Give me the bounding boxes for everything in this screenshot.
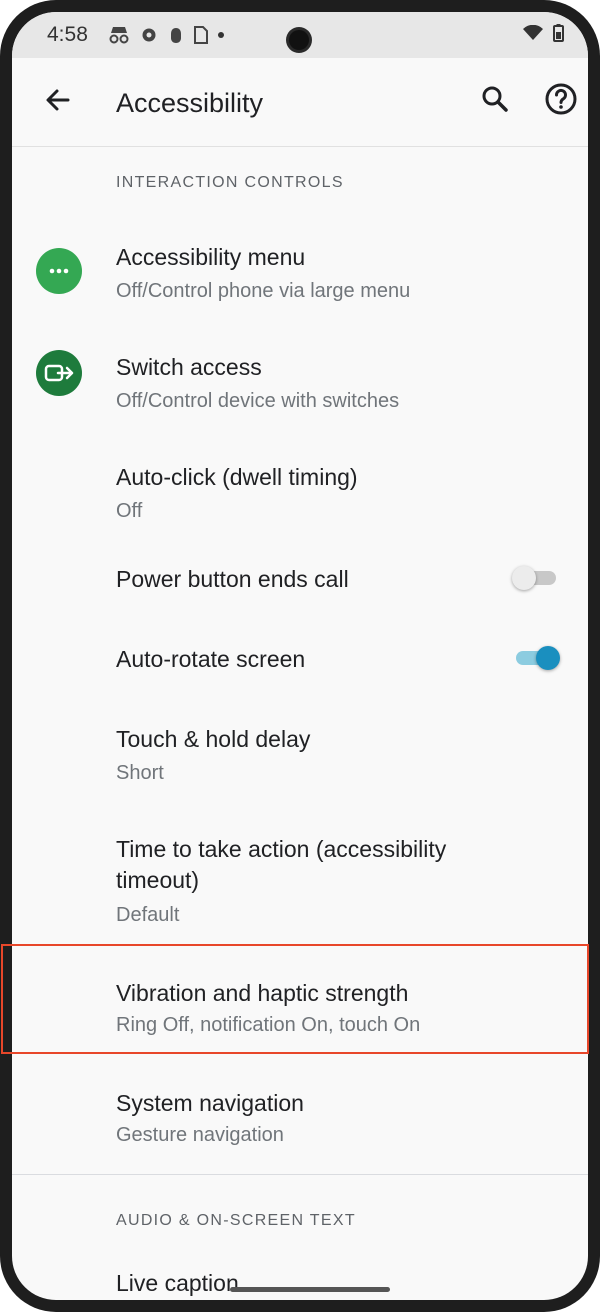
item-title: Live caption [116,1270,239,1296]
list-item-auto-rotate-screen[interactable]: Auto-rotate screen [12,632,588,712]
item-subtitle: Short [116,762,164,784]
item-title: Auto-click (dwell timing) [116,464,358,490]
wifi-icon [523,25,543,40]
switch-access-icon [36,350,82,396]
incognito-icon [109,27,129,44]
toggle-thumb [536,646,560,670]
help-icon[interactable] [544,82,578,116]
item-title-line-2: timeout) [116,867,200,893]
item-title-line-1: Time to take action (accessibility [116,836,447,862]
section-header-audio-on-screen-text: AUDIO & ON-SCREEN TEXT [116,1212,356,1229]
list-item-live-caption[interactable]: Live caption [12,1262,588,1300]
list-item-system-navigation[interactable]: System navigation Gesture navigation [12,1074,588,1174]
item-title: System navigation [116,1090,304,1116]
status-system-icons [523,24,564,42]
section-divider [12,1174,588,1175]
list-item-power-button-ends-call[interactable]: Power button ends call [12,552,588,632]
accessibility-menu-icon [36,248,82,294]
search-icon[interactable] [478,82,512,116]
item-title: Switch access [116,354,262,380]
list-item-time-to-take-action[interactable]: Time to take action (accessibility timeo… [12,824,588,954]
item-subtitle: Off/Control phone via large menu [116,280,411,302]
item-subtitle: Off/Control device with switches [116,390,400,412]
phone-frame: 4:58 Accessibility INTERACTION CONTROLS [0,0,600,1312]
arrow-back-icon[interactable] [38,80,78,120]
toggle-thumb [512,566,536,590]
settings-gear-icon [142,28,156,42]
auto-rotate-toggle[interactable] [512,646,560,670]
sim-card-icon [194,26,208,44]
section-header-interaction-controls: INTERACTION CONTROLS [116,174,344,191]
screen: 4:58 Accessibility INTERACTION CONTROLS [12,12,588,1300]
status-notification-icons [108,24,224,46]
front-camera [289,30,309,50]
item-subtitle: Default [116,904,180,926]
list-item-touch-hold-delay[interactable]: Touch & hold delay Short [12,712,588,812]
selection-highlight-box [1,944,589,1054]
gesture-navigation-bar[interactable] [230,1287,390,1292]
item-title: Auto-rotate screen [116,646,306,672]
touch-hand-icon [171,28,181,43]
app-bar: Accessibility [12,58,588,147]
list-item-switch-access[interactable]: Switch access Off/Control device with sw… [12,332,588,432]
item-title: Power button ends call [116,566,349,592]
list-item-accessibility-menu[interactable]: Accessibility menu Off/Control phone via… [12,222,588,322]
page-title: Accessibility [116,88,264,118]
status-bar: 4:58 [12,12,588,58]
list-item-auto-click[interactable]: Auto-click (dwell timing) Off [12,442,588,542]
power-button-toggle[interactable] [512,566,560,590]
item-title: Accessibility menu [116,244,306,270]
item-subtitle: Off [116,500,143,522]
item-subtitle: Gesture navigation [116,1124,284,1146]
battery-icon [553,24,564,42]
status-time: 4:58 [47,23,88,46]
item-title: Touch & hold delay [116,726,311,752]
more-notifications-dot-icon [218,32,224,38]
